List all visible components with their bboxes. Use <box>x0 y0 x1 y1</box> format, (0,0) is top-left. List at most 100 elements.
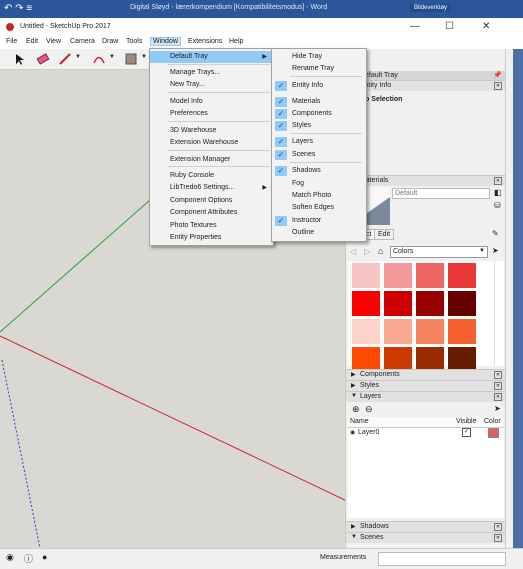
tray-submenu-item-entity-info[interactable]: ✓ Entity Info <box>272 80 366 92</box>
menu-camera[interactable]: Camera <box>70 38 95 45</box>
components-header[interactable]: ▶ Components ✕ <box>346 369 506 380</box>
minimize-button[interactable]: — <box>410 21 420 32</box>
color-swatch[interactable] <box>416 291 444 316</box>
user-icon[interactable]: ● <box>42 552 47 562</box>
layer-color-swatch[interactable] <box>488 428 499 438</box>
panel-close-icon[interactable]: ✕ <box>494 393 502 401</box>
window-menu-item-component-attributes[interactable]: Component Attributes <box>150 207 273 219</box>
shape-dropdown-icon[interactable]: ▼ <box>141 54 147 60</box>
color-swatch[interactable] <box>448 319 476 344</box>
color-swatch[interactable] <box>352 291 380 316</box>
color-swatch[interactable] <box>416 319 444 344</box>
window-menu-item-manage-trays[interactable]: Manage Trays... <box>150 67 273 79</box>
tray-submenu-item-fog[interactable]: Fog <box>272 178 366 190</box>
materials-header[interactable]: ▼ Materials ✕ <box>346 175 506 186</box>
tray-submenu-item-rename-tray[interactable]: Rename Tray <box>272 63 366 75</box>
forward-icon[interactable]: ▷ <box>364 247 370 256</box>
panel-close-icon[interactable]: ✕ <box>494 534 502 542</box>
color-swatch[interactable] <box>384 291 412 316</box>
menu-file[interactable]: File <box>6 38 17 45</box>
layers-col-visible[interactable]: Visible <box>456 418 477 425</box>
tray-submenu-item-soften-edges[interactable]: Soften Edges <box>272 202 366 214</box>
credits-icon[interactable]: ⓘ <box>24 552 33 565</box>
panel-close-icon[interactable]: ✕ <box>494 523 502 531</box>
window-menu-item-ruby-console[interactable]: Ruby Console <box>150 170 273 182</box>
menu-tools[interactable]: Tools <box>126 38 142 45</box>
tray-submenu-item-shadows[interactable]: ✓ Shadows <box>272 165 366 177</box>
back-icon[interactable]: ◁ <box>350 247 356 256</box>
panel-close-icon[interactable]: ✕ <box>494 382 502 390</box>
window-menu-item-extension-manager[interactable]: Extension Manager <box>150 154 273 166</box>
select-arrow-icon[interactable] <box>12 52 26 66</box>
tray-submenu-item-styles[interactable]: ✓ Styles <box>272 120 366 132</box>
layers-col-color[interactable]: Color <box>484 418 501 425</box>
add-layer-icon[interactable]: ⊕ <box>352 404 360 415</box>
shadows-header[interactable]: ▶ Shadows ✕ <box>346 521 506 532</box>
tray-submenu-item-materials[interactable]: ✓ Materials <box>272 96 366 108</box>
color-swatch[interactable] <box>352 263 380 288</box>
arc-icon[interactable] <box>92 52 106 66</box>
tray-submenu-item-hide-tray[interactable]: Hide Tray <box>272 51 366 63</box>
layers-header[interactable]: ▼ Layers ✕ <box>346 391 506 402</box>
tray-submenu-item-components[interactable]: ✓ Components <box>272 108 366 120</box>
maximize-button[interactable]: ☐ <box>445 21 454 32</box>
sample-paint-icon[interactable]: ✎ <box>492 229 499 238</box>
color-swatch[interactable] <box>416 263 444 288</box>
create-material-icon[interactable]: ◧ <box>494 188 502 197</box>
menu-extensions[interactable]: Extensions <box>188 38 222 45</box>
window-menu-item-component-options[interactable]: Component Options <box>150 195 273 207</box>
close-button[interactable]: ✕ <box>482 21 490 32</box>
quick-access-icons[interactable]: ↶ ↷ ≡ <box>4 3 32 14</box>
layer-visible-checkbox[interactable]: ✓ <box>462 428 471 437</box>
tray-submenu-item-layers[interactable]: ✓ Layers <box>272 136 366 148</box>
paint-bucket-icon[interactable]: ⛁ <box>494 201 501 210</box>
menu-draw[interactable]: Draw <box>102 38 118 45</box>
scenes-header[interactable]: ▼ Scenes ✕ <box>346 532 506 543</box>
tray-submenu-item-match-photo[interactable]: Match Photo <box>272 190 366 202</box>
color-swatch[interactable] <box>448 291 476 316</box>
swatch-scrollbar[interactable] <box>494 261 503 365</box>
window-menu-item-entity-properties[interactable]: Entity Properties <box>150 232 273 244</box>
panel-close-icon[interactable]: ✕ <box>494 371 502 379</box>
color-swatch[interactable] <box>448 263 476 288</box>
layers-col-name[interactable]: Name <box>350 418 369 425</box>
window-menu-item-new-tray[interactable]: New Tray... <box>150 79 273 91</box>
tray-submenu-item-scenes[interactable]: ✓ Scenes <box>272 149 366 161</box>
remove-layer-icon[interactable]: ⊖ <box>365 404 373 415</box>
window-menu-item-model-info[interactable]: Model Info <box>150 96 273 108</box>
tab-edit[interactable]: Edit <box>374 229 395 240</box>
panel-close-icon[interactable]: ✕ <box>494 82 502 90</box>
details-icon[interactable]: ➤ <box>492 246 499 255</box>
picture-tools-tab[interactable]: Bildeverktøy <box>410 4 452 12</box>
shape-icon[interactable] <box>124 52 138 66</box>
window-menu-item-3d-warehouse[interactable]: 3D Warehouse <box>150 125 273 137</box>
tray-submenu-item-outline[interactable]: Outline <box>272 227 366 239</box>
pin-icon[interactable]: 📌 <box>493 71 502 79</box>
colors-dropdown[interactable]: Colors ▼ <box>390 246 488 258</box>
entity-info-header[interactable]: Entity Info ✕ <box>346 80 506 91</box>
styles-header[interactable]: ▶ Styles ✕ <box>346 380 506 391</box>
layer-details-icon[interactable]: ➤ <box>494 404 501 413</box>
window-menu-item-libtredo6-settings[interactable]: LibTredo6 Settings... ▶ <box>150 182 273 194</box>
home-icon[interactable]: ⌂ <box>378 246 383 256</box>
color-swatch[interactable] <box>384 263 412 288</box>
arc-dropdown-icon[interactable]: ▼ <box>109 54 115 60</box>
measurements-input[interactable] <box>378 552 506 566</box>
menu-view[interactable]: View <box>46 38 61 45</box>
menu-edit[interactable]: Edit <box>26 38 38 45</box>
window-menu-item-default-tray[interactable]: Default Tray ▶ <box>150 51 273 63</box>
menu-help[interactable]: Help <box>229 38 243 45</box>
window-menu-item-preferences[interactable]: Preferences <box>150 108 273 120</box>
geo-location-icon[interactable]: ◉ <box>6 552 14 563</box>
pencil-dropdown-icon[interactable]: ▼ <box>75 54 81 60</box>
table-row[interactable]: ◉ Layer0 ✓ <box>348 428 504 438</box>
eraser-icon[interactable] <box>36 52 50 66</box>
pencil-icon[interactable] <box>58 52 72 66</box>
window-menu-item-extension-warehouse[interactable]: Extension Warehouse <box>150 137 273 149</box>
material-name-field[interactable]: Default <box>392 188 490 199</box>
window-menu-item-photo-textures[interactable]: Photo Textures <box>150 220 273 232</box>
menu-window[interactable]: Window <box>150 37 181 46</box>
color-swatch[interactable] <box>352 319 380 344</box>
color-swatch[interactable] <box>384 319 412 344</box>
tray-submenu-item-instructor[interactable]: ✓ Instructor <box>272 215 366 227</box>
